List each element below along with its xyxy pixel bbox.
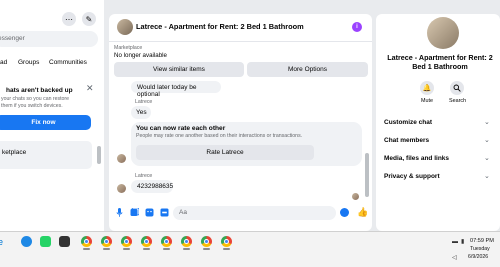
marketplace-label: Marketplace (114, 45, 143, 51)
chrome-icon[interactable] (221, 236, 232, 247)
active-app-indicator (103, 248, 110, 250)
chrome-icon[interactable] (121, 236, 132, 247)
chrome-icon[interactable] (161, 236, 172, 247)
mute-label: Mute (421, 98, 433, 104)
taskbar (0, 231, 500, 267)
new-message-icon[interactable]: ✎ (82, 12, 96, 26)
chevron-down-icon[interactable]: ⌄ (484, 136, 490, 144)
clock-date[interactable]: 6/9/2026 (468, 254, 488, 260)
chat-title[interactable]: Latrece - Apartment for Rent: 2 Bed 1 Ba… (136, 22, 304, 31)
gif-icon[interactable] (160, 208, 169, 217)
message-bubble: Yes (131, 106, 151, 119)
chrome-icon[interactable] (141, 236, 152, 247)
microphone-icon[interactable] (115, 208, 124, 217)
message-sender: Latrece (135, 173, 153, 179)
listing-thumbnail[interactable] (117, 19, 133, 35)
rate-latrece-button[interactable]: Rate Latrece (136, 145, 314, 160)
volume-icon[interactable]: ◁ (452, 254, 457, 261)
seen-indicator-avatar (352, 193, 359, 200)
info-icon[interactable]: i (352, 22, 362, 32)
active-app-indicator (163, 248, 170, 250)
network-icon[interactable]: ▬ (452, 239, 458, 245)
fix-now-button[interactable]: Fix now (0, 115, 91, 130)
chrome-icon[interactable] (181, 236, 192, 247)
media-files-links-section[interactable]: Media, files and links (384, 155, 449, 162)
chat-members-section[interactable]: Chat members (384, 137, 429, 144)
rate-card-title: You can now rate each other (136, 125, 226, 132)
emoji-icon[interactable] (340, 208, 349, 217)
avatar[interactable] (117, 184, 126, 193)
app-icon[interactable] (59, 236, 70, 247)
chevron-down-icon[interactable]: ⌄ (484, 118, 490, 126)
chrome-icon[interactable] (101, 236, 112, 247)
scrollbar[interactable] (365, 153, 369, 197)
active-app-indicator (143, 248, 150, 250)
active-app-indicator (123, 248, 130, 250)
message-bubble: 4232988635 (131, 180, 173, 193)
chevron-down-icon[interactable]: ⌄ (484, 172, 490, 180)
rate-card-description: People may rate one another based on the… (136, 133, 303, 139)
active-app-indicator (83, 248, 90, 250)
active-app-indicator (223, 248, 230, 250)
clock-time[interactable]: 07:59 PM (470, 238, 494, 244)
chrome-icon[interactable] (201, 236, 212, 247)
avatar[interactable] (117, 154, 126, 163)
customize-chat-section[interactable]: Customize chat (384, 119, 432, 126)
active-app-indicator (183, 248, 190, 250)
view-similar-items-button[interactable]: View similar items (114, 62, 244, 77)
chevron-down-icon[interactable]: ⌄ (484, 154, 490, 162)
scrollbar[interactable] (97, 146, 101, 164)
backup-description: your chats so you can restore them if yo… (1, 96, 70, 109)
message-sender: Latrece (135, 99, 153, 105)
privacy-support-section[interactable]: Privacy & support (384, 173, 440, 180)
sidebar-item-marketplace[interactable]: ketplace (0, 141, 92, 169)
edge-icon[interactable] (21, 236, 32, 247)
listing-photo[interactable] (427, 17, 459, 49)
search-label: Search (449, 98, 467, 104)
widgets-icon[interactable]: e (0, 237, 3, 247)
search-icon[interactable] (450, 81, 464, 95)
bell-icon[interactable]: 🔔 (420, 81, 434, 95)
filter-tab-all[interactable]: ad (0, 59, 7, 66)
battery-icon[interactable]: ▮ (461, 238, 464, 245)
search-input[interactable]: essenger (0, 31, 98, 47)
sticker-icon[interactable] (145, 208, 154, 217)
more-options-icon[interactable]: ⋯ (62, 12, 76, 26)
like-icon[interactable]: 👍 (357, 207, 368, 218)
backup-title: hats aren't backed up (6, 87, 73, 94)
filter-tab-groups[interactable]: Groups (18, 59, 39, 66)
chrome-icon[interactable] (81, 236, 92, 247)
filter-tab-communities[interactable]: Communities (49, 59, 87, 66)
conversation-title: Latrece - Apartment for Rent: 2 Bed 1 Ba… (387, 53, 493, 71)
listing-status: No longer available (114, 52, 167, 59)
close-icon[interactable]: ✕ (86, 83, 94, 94)
message-input[interactable]: Aa (173, 206, 336, 220)
clock-day[interactable]: Tuesday (470, 246, 490, 252)
more-options-button[interactable]: More Options (247, 62, 368, 77)
image-icon[interactable] (130, 208, 139, 217)
active-app-indicator (203, 248, 210, 250)
whatsapp-icon[interactable] (40, 236, 51, 247)
message-bubble: Would later today be optional (131, 81, 221, 98)
